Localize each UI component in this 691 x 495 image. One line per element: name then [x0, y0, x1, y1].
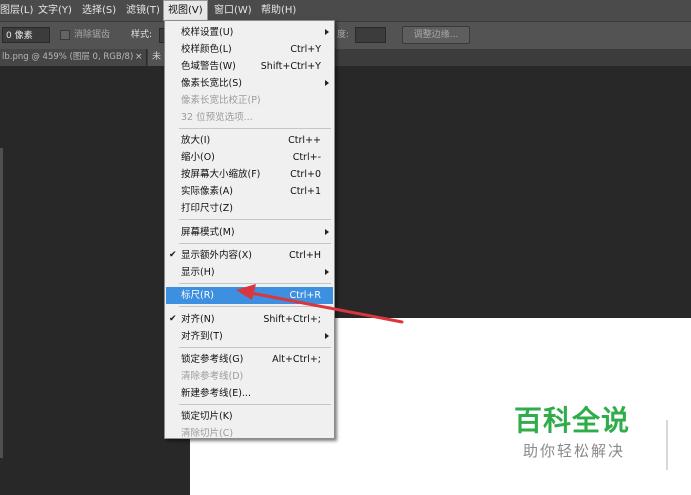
- menu-item-label: 实际像素(A): [181, 186, 233, 197]
- anti-alias-label: 消除锯齿: [74, 30, 111, 40]
- menu-item-label: 打印尺寸(Z): [181, 203, 233, 214]
- menu-select[interactable]: 选择(S): [78, 0, 120, 21]
- style-label: 样式:: [131, 30, 153, 40]
- anti-alias-checkbox[interactable]: [60, 30, 70, 40]
- menu-item-zoom-out[interactable]: 缩小(O) Ctrl+-: [166, 149, 333, 166]
- menu-help[interactable]: 帮助(H): [257, 0, 300, 21]
- menu-item-proof-colors[interactable]: 校样颜色(L) Ctrl+Y: [166, 41, 333, 58]
- document-tab[interactable]: lb.png @ 459% (图层 0, RGB/8) ×: [0, 49, 147, 66]
- menu-item-label: 校样设置(U): [181, 27, 234, 38]
- menu-item-32bit-preview: 32 位预览选项...: [166, 109, 333, 126]
- submenu-arrow-icon: [325, 229, 329, 235]
- menu-item-label: 对齐(N): [181, 314, 215, 325]
- check-icon: ✔: [169, 314, 177, 324]
- menu-item-label: 新建参考线(E)...: [181, 388, 251, 399]
- menu-item-gamut-warning[interactable]: 色域警告(W) Shift+Ctrl+Y: [166, 58, 333, 75]
- menu-item-pixel-aspect-correction: 像素长宽比校正(P): [166, 92, 333, 109]
- menu-item-fit-on-screen[interactable]: 按屏幕大小缩放(F) Ctrl+0: [166, 166, 333, 183]
- menu-item-shortcut: Ctrl+Y: [290, 44, 321, 55]
- submenu-arrow-icon: [325, 80, 329, 86]
- height-field[interactable]: [355, 27, 386, 43]
- menu-item-zoom-in[interactable]: 放大(I) Ctrl++: [166, 132, 333, 149]
- check-icon: ✔: [169, 250, 177, 260]
- menu-item-shortcut: Shift+Ctrl+Y: [260, 61, 321, 72]
- menu-item-actual-pixels[interactable]: 实际像素(A) Ctrl+1: [166, 183, 333, 200]
- menu-separator: [179, 404, 331, 405]
- menu-item-clear-slices: 清除切片(C): [166, 425, 333, 442]
- menu-item-screen-mode[interactable]: 屏幕模式(M): [166, 224, 333, 241]
- menu-separator: [179, 306, 331, 307]
- menu-separator: [179, 219, 331, 220]
- height-label: 度:: [337, 30, 350, 40]
- menu-filter[interactable]: 滤镜(T): [122, 0, 164, 21]
- menu-item-proof-setup[interactable]: 校样设置(U): [166, 24, 333, 41]
- menu-separator: [179, 243, 331, 244]
- menu-item-extras[interactable]: ✔ 显示额外内容(X) Ctrl+H: [166, 247, 333, 264]
- menu-item-label: 显示(H): [181, 267, 215, 278]
- menu-item-shortcut: Ctrl+R: [289, 290, 321, 301]
- menu-item-label: 屏幕模式(M): [181, 227, 235, 238]
- menu-separator: [179, 283, 331, 284]
- menu-item-shortcut: Ctrl+0: [290, 169, 321, 180]
- submenu-arrow-icon: [325, 269, 329, 275]
- menu-view[interactable]: 视图(V): [163, 0, 208, 21]
- options-bar: 0 像素 消除锯齿 样式: 度: 调整边缘...: [0, 22, 691, 50]
- submenu-arrow-icon: [325, 29, 329, 35]
- menu-item-new-guide[interactable]: 新建参考线(E)...: [166, 385, 333, 402]
- close-icon[interactable]: ×: [135, 49, 143, 66]
- document-tab-title: lb.png @ 459% (图层 0, RGB/8): [2, 52, 134, 62]
- menu-item-label: 锁定切片(K): [181, 411, 233, 422]
- menu-item-rulers[interactable]: 标尺(R) Ctrl+R: [166, 287, 333, 304]
- menu-item-shortcut: Ctrl+H: [288, 250, 321, 261]
- menu-item-label: 像素长宽比(S): [181, 78, 242, 89]
- menu-item-snap[interactable]: ✔ 对齐(N) Shift+Ctrl+;: [166, 311, 333, 328]
- menu-item-label: 像素长宽比校正(P): [181, 95, 261, 106]
- menu-item-label: 标尺(R): [181, 290, 215, 301]
- menu-item-lock-guides[interactable]: 锁定参考线(G) Alt+Ctrl+;: [166, 351, 333, 368]
- submenu-arrow-icon: [325, 333, 329, 339]
- left-panel-edge: [0, 148, 3, 458]
- menu-item-label: 清除切片(C): [181, 428, 234, 439]
- menu-item-label: 缩小(O): [181, 152, 215, 163]
- menu-separator: [179, 128, 331, 129]
- canvas-divider: [666, 420, 668, 470]
- menu-item-label: 锁定参考线(G): [181, 354, 244, 365]
- menu-separator: [179, 347, 331, 348]
- menu-item-shortcut: Ctrl++: [288, 135, 321, 146]
- menu-item-print-size[interactable]: 打印尺寸(Z): [166, 200, 333, 217]
- menu-item-label: 放大(I): [181, 135, 211, 146]
- menu-item-shortcut: Ctrl+1: [290, 186, 321, 197]
- menu-layer[interactable]: 图层(L): [0, 0, 37, 21]
- menu-item-label: 32 位预览选项...: [181, 112, 253, 123]
- menu-item-show[interactable]: 显示(H): [166, 264, 333, 281]
- menu-bar: 图层(L) 文字(Y) 选择(S) 滤镜(T) 视图(V) 窗口(W) 帮助(H…: [0, 0, 691, 22]
- menu-item-label: 显示额外内容(X): [181, 250, 252, 261]
- menu-item-clear-guides: 清除参考线(D): [166, 368, 333, 385]
- menu-item-shortcut: Alt+Ctrl+;: [272, 354, 321, 365]
- menu-item-shortcut: Shift+Ctrl+;: [263, 314, 321, 325]
- menu-item-snap-to[interactable]: 对齐到(T): [166, 328, 333, 345]
- watermark-subtitle: 助你轻松解决: [523, 442, 626, 460]
- menu-item-pixel-aspect-ratio[interactable]: 像素长宽比(S): [166, 75, 333, 92]
- menu-item-label: 清除参考线(D): [181, 371, 244, 382]
- menu-type[interactable]: 文字(Y): [34, 0, 76, 21]
- menu-item-label: 校样颜色(L): [181, 44, 232, 55]
- menu-item-label: 色域警告(W): [181, 61, 236, 72]
- menu-item-shortcut: Ctrl+-: [292, 152, 321, 163]
- feather-field[interactable]: 0 像素: [2, 27, 50, 43]
- menu-item-label: 按屏幕大小缩放(F): [181, 169, 261, 180]
- refine-edge-button[interactable]: 调整边缘...: [402, 26, 470, 44]
- document-tab-bar: lb.png @ 459% (图层 0, RGB/8) × 未: [0, 49, 691, 66]
- watermark-title: 百科全说: [514, 404, 631, 437]
- menu-item-label: 对齐到(T): [181, 331, 223, 342]
- menu-window[interactable]: 窗口(W): [210, 0, 256, 21]
- menu-item-lock-slices[interactable]: 锁定切片(K): [166, 408, 333, 425]
- view-menu-dropdown: 校样设置(U) 校样颜色(L) Ctrl+Y 色域警告(W) Shift+Ctr…: [164, 20, 335, 439]
